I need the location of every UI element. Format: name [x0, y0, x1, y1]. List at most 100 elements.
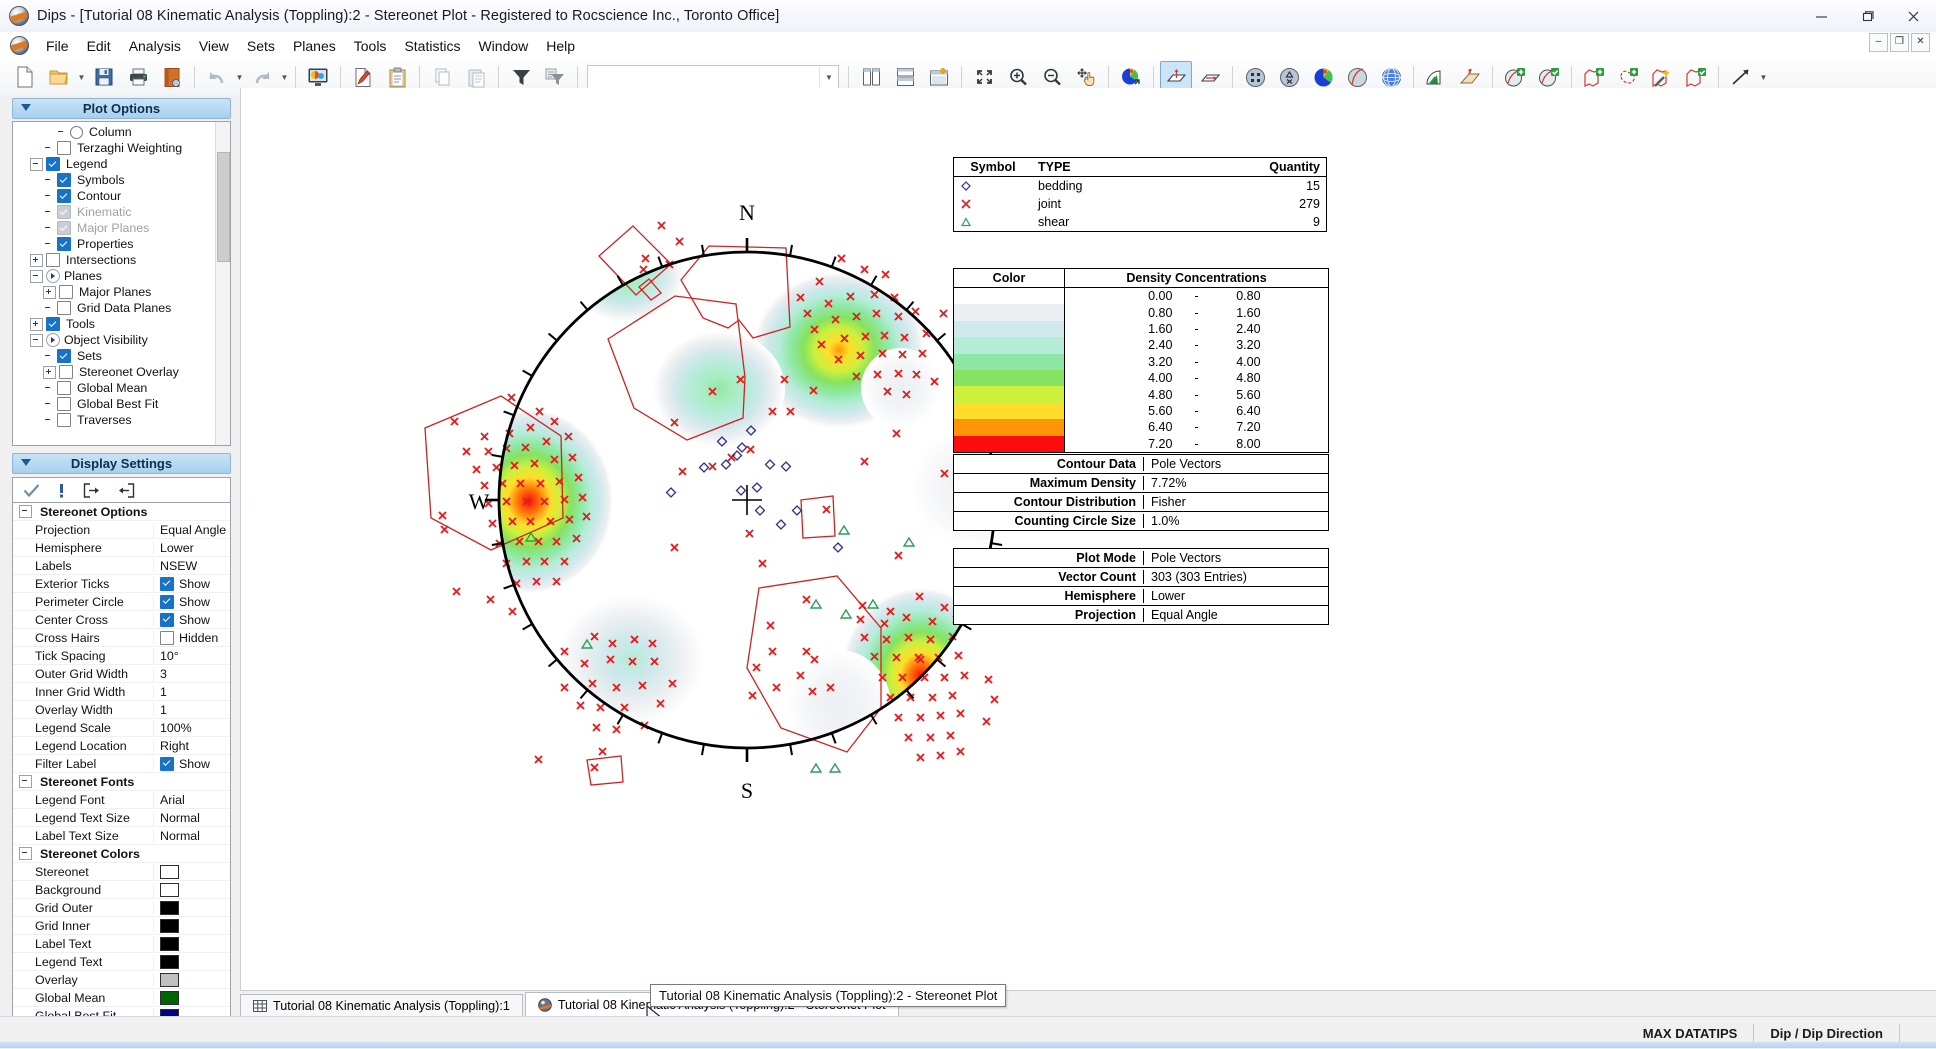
checkbox[interactable] [57, 349, 71, 363]
setting-checkbox[interactable] [160, 613, 174, 627]
play-arrow-icon[interactable] [46, 333, 60, 347]
play-arrow-icon[interactable] [46, 269, 60, 283]
tree-item-planes[interactable]: Planes [13, 268, 230, 284]
setting-value[interactable] [153, 883, 230, 897]
collapse-triangle-icon[interactable] [21, 104, 31, 111]
checkbox[interactable] [46, 317, 60, 331]
tab-tutorial-08-data[interactable]: Tutorial 08 Kinematic Analysis (Toppling… [240, 994, 523, 1017]
setting-row-grid-inner[interactable]: Grid Inner [13, 917, 230, 935]
setting-value[interactable]: 10° [153, 649, 230, 663]
tree-item-global-mean[interactable]: Global Mean [13, 380, 230, 396]
setting-value[interactable]: Arial [153, 793, 230, 807]
tree-item-properties[interactable]: Properties [13, 236, 230, 252]
setting-row-grid-outer[interactable]: Grid Outer [13, 899, 230, 917]
checkbox[interactable] [46, 157, 60, 171]
setting-row-exterior-ticks[interactable]: Exterior TicksShow [13, 575, 230, 593]
setting-checkbox[interactable] [160, 595, 174, 609]
mdi-close-button[interactable]: ✕ [1911, 33, 1930, 52]
collapse-icon[interactable] [30, 270, 43, 283]
collapse-icon[interactable] [19, 847, 32, 860]
open-dropdown-caret-icon[interactable]: ▼ [76, 64, 87, 90]
save-icon[interactable] [88, 61, 120, 93]
undo-dropdown-caret-icon[interactable]: ▼ [234, 64, 245, 90]
collapse-icon[interactable] [30, 158, 43, 171]
tree-item-kinematic[interactable]: Kinematic [13, 204, 230, 220]
expand-icon[interactable] [43, 286, 56, 299]
undo-icon[interactable] [201, 61, 233, 93]
color-swatch[interactable] [160, 901, 179, 915]
setting-row-legend-scale[interactable]: Legend Scale100% [13, 719, 230, 737]
menu-planes[interactable]: Planes [284, 34, 345, 58]
apply-check-icon[interactable] [23, 483, 40, 498]
setting-row-center-cross[interactable]: Center CrossShow [13, 611, 230, 629]
tree-item-column[interactable]: Column [13, 124, 230, 140]
color-swatch[interactable] [160, 883, 179, 897]
setting-value[interactable]: Lower [153, 541, 230, 555]
setting-row-tick-spacing[interactable]: Tick Spacing10° [13, 647, 230, 665]
tree-item-legend[interactable]: Legend [13, 156, 230, 172]
tree-item-object-visibility[interactable]: Object Visibility [13, 332, 230, 348]
chevron-down-icon[interactable]: ▼ [819, 67, 838, 87]
checkbox[interactable] [57, 173, 71, 187]
tree-item-sets[interactable]: Sets [13, 348, 230, 364]
maximize-button[interactable] [1844, 0, 1890, 32]
menu-tools[interactable]: Tools [345, 34, 396, 58]
color-swatch[interactable] [160, 937, 179, 951]
checkbox[interactable] [57, 397, 71, 411]
tree-item-tools[interactable]: Tools [13, 316, 230, 332]
import-settings-icon[interactable] [118, 483, 135, 498]
open-folder-icon[interactable] [43, 61, 75, 93]
menu-window[interactable]: Window [469, 34, 537, 58]
setting-value[interactable] [153, 865, 230, 879]
stereonet-plot-canvas[interactable]: N S E W Symbol TYPE Quantity bedding 15 … [240, 88, 1936, 990]
display-settings-header[interactable]: Display Settings [12, 453, 231, 474]
setting-checkbox[interactable] [160, 577, 174, 591]
color-swatch[interactable] [160, 955, 179, 969]
close-button[interactable] [1890, 0, 1936, 32]
checkbox[interactable] [57, 221, 71, 235]
setting-value[interactable]: 3 [153, 667, 230, 681]
redo-dropdown-caret-icon[interactable]: ▼ [279, 64, 290, 90]
menu-help[interactable]: Help [537, 34, 584, 58]
setting-value[interactable]: Hidden [153, 631, 230, 645]
minimize-button[interactable] [1798, 0, 1844, 32]
tree-scrollbar[interactable] [215, 122, 230, 445]
setting-row-perimeter-circle[interactable]: Perimeter CircleShow [13, 593, 230, 611]
setting-row-stereonet[interactable]: Stereonet [13, 863, 230, 881]
checkbox[interactable] [59, 285, 73, 299]
setting-row-labels[interactable]: LabelsNSEW [13, 557, 230, 575]
expand-icon[interactable] [43, 366, 56, 379]
menu-file[interactable]: File [37, 34, 78, 58]
setting-value[interactable]: Show [153, 577, 230, 591]
setting-value[interactable]: 1 [153, 685, 230, 699]
new-file-icon[interactable] [9, 61, 41, 93]
checkbox[interactable] [57, 237, 71, 251]
collapse-triangle-icon-2[interactable] [21, 459, 31, 466]
setting-row-legend-font[interactable]: Legend FontArial [13, 791, 230, 809]
collapse-icon[interactable] [19, 775, 32, 788]
menu-sets[interactable]: Sets [238, 34, 284, 58]
checkbox[interactable] [57, 141, 71, 155]
print-icon[interactable] [122, 61, 154, 93]
menu-statistics[interactable]: Statistics [395, 34, 469, 58]
setting-row-legend-location[interactable]: Legend LocationRight [13, 737, 230, 755]
tree-item-stereonet-overlay[interactable]: Stereonet Overlay [13, 364, 230, 380]
color-swatch[interactable] [160, 991, 179, 1005]
tree-item-contour[interactable]: Contour [13, 188, 230, 204]
checkbox[interactable] [59, 365, 73, 379]
setting-row-cross-hairs[interactable]: Cross HairsHidden [13, 629, 230, 647]
checkbox[interactable] [46, 253, 60, 267]
set-selector-combo[interactable]: ▼ [587, 65, 839, 89]
expand-icon[interactable] [30, 318, 43, 331]
plot-options-tree[interactable]: ColumnTerzaghi WeightingLegendSymbolsCon… [12, 121, 231, 446]
collapse-icon[interactable] [30, 334, 43, 347]
setting-row-overlay-width[interactable]: Overlay Width1 [13, 701, 230, 719]
tree-item-grid-data-planes[interactable]: Grid Data Planes [13, 300, 230, 316]
reset-exclaim-icon[interactable] [58, 483, 65, 498]
menu-analysis[interactable]: Analysis [120, 34, 190, 58]
setting-row-overlay[interactable]: Overlay [13, 971, 230, 989]
menu-edit[interactable]: Edit [78, 34, 120, 58]
setting-value[interactable] [153, 901, 230, 915]
setting-value[interactable]: Show [153, 613, 230, 627]
setting-row-legend-text-size[interactable]: Legend Text SizeNormal [13, 809, 230, 827]
